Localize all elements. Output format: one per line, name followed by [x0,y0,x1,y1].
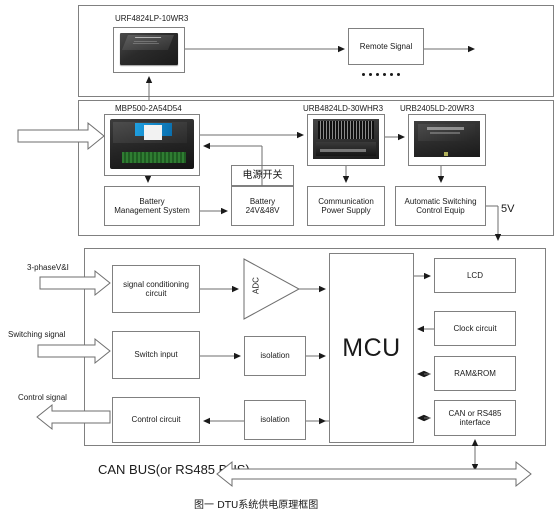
output-label-control-signal: Control signal [18,393,67,402]
adc-block: ADC [242,258,300,320]
isolation-2-label: isolation [260,415,290,425]
dc-dc-converter-module-photo-icon [120,33,178,65]
remote-signal-box: Remote Signal [348,28,424,65]
auto-switching-label-line2: Control Equip [416,206,465,215]
can-bus-label: CAN BUS(or RS485 BUS) [98,462,250,477]
auto-switching-label-line1: Automatic Switching [404,196,477,206]
mbp500-module-label: MBP500-2A54D54 [115,104,182,113]
signal-conditioning-circuit-box: signal conditioning circuit [112,265,200,313]
continuation-dots [362,73,400,76]
urb2405ld-module-label: URB2405LD-20WR3 [400,104,475,113]
input-label-switching-signal: Switching signal [8,330,66,339]
bms-label-line1: Battery [139,196,165,206]
signal-conditioning-label-line1: signal conditioning [123,279,189,289]
comm-power-label-line1: Communication [318,196,374,206]
can-rs485-interface-box: CAN or RS485 interface [434,400,516,436]
isolation-1-label: isolation [260,351,290,361]
mcu-label: MCU [342,333,401,362]
communication-power-supply-box: Communication Power Supply [307,186,385,226]
clock-circuit-label: Clock circuit [453,323,497,333]
lcd-box: LCD [434,258,516,293]
power-switch-box: 电源开关 [231,165,294,186]
isolation-box-switch: isolation [244,336,306,376]
adc-label: ADC [251,277,261,294]
brick-converter-module-photo-icon [414,121,480,157]
switch-input-box: Switch input [112,331,200,379]
urf4824lp-module-label: URF4824LP-10WR3 [115,14,189,23]
output-voltage-5v-label: 5V [501,203,515,215]
remote-signal-label: Remote Signal [359,41,413,51]
heatsink-converter-module-photo-icon [313,119,379,159]
clock-circuit-box: Clock circuit [434,311,516,346]
control-circuit-label: Control circuit [131,415,181,425]
power-supply-enclosure-photo-icon [110,119,194,169]
ram-rom-box: RAM&ROM [434,356,516,391]
can-rs485-label-line1: CAN or RS485 [448,408,502,418]
battery-label-line1: Battery [249,196,276,206]
battery-box: Battery 24V&48V [231,186,294,226]
ram-rom-label: RAM&ROM [454,368,496,378]
lcd-label: LCD [466,270,483,280]
automatic-switching-control-box: Automatic Switching Control Equip [395,186,486,226]
battery-management-system-box: Battery Management System [104,186,200,226]
isolation-box-control: isolation [244,400,306,440]
control-circuit-box: Control circuit [112,397,200,443]
power-switch-label: 电源开关 [242,169,283,181]
battery-label-line2: 24V&48V [245,206,280,215]
can-rs485-label-line2: interface [459,418,491,427]
urb4824ld-module-label: URB4824LD-30WHR3 [303,104,384,113]
comm-power-label-line2: Power Supply [321,206,371,215]
switch-input-label: Switch input [134,350,178,360]
figure-caption: 图一 DTU系统供电原理框图 [194,500,319,511]
input-label-3-phase: 3-phaseV&I [27,263,69,272]
mcu-box: MCU [329,253,414,443]
bms-label-line2: Management System [114,206,190,215]
dtu-power-system-block-diagram: URF4824LP-10WR3 Remote Signal MBP500-2A5… [0,0,554,519]
signal-conditioning-label-line2: circuit [145,289,167,298]
